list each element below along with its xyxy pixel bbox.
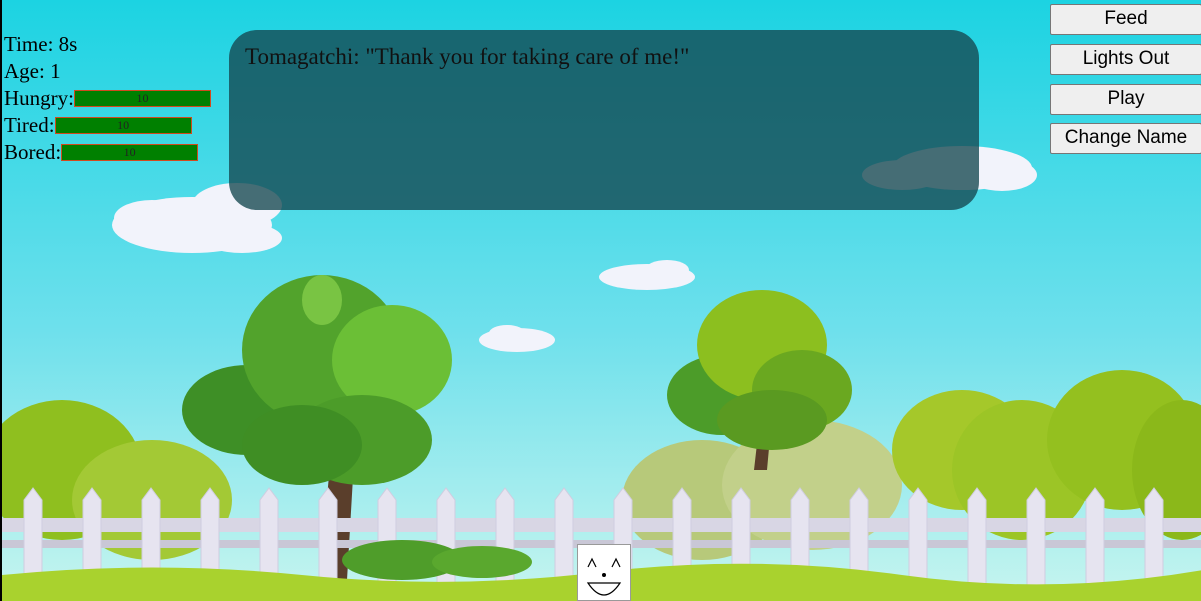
tired-bar: 10 [54, 117, 192, 134]
fence-picket [554, 487, 574, 586]
fence-picket [1085, 487, 1105, 586]
fence-picket [1026, 487, 1046, 586]
play-button[interactable]: Play [1050, 84, 1201, 115]
time-readout: Time: 8s [4, 31, 211, 58]
bored-stat: Bored: 10 [4, 139, 211, 166]
tired-label: Tired: [4, 113, 55, 137]
tired-stat: Tired: 10 [4, 112, 211, 139]
bored-label: Bored: [4, 140, 62, 164]
hungry-label: Hungry: [4, 86, 74, 110]
fence-picket [967, 487, 987, 586]
pet-stats-panel: Time: 8s Age: 1 Hungry: 10 Tired: 10 Bor… [4, 31, 211, 166]
smiling-face-icon [586, 557, 622, 596]
fence-picket [1144, 487, 1164, 586]
age-label: Age: 1 [4, 59, 61, 83]
fence-picket [908, 487, 928, 586]
game-scene: Time: 8s Age: 1 Hungry: 10 Tired: 10 Bor… [0, 0, 1201, 601]
fence-picket [23, 487, 43, 586]
pet-dialog-box: Tomagatchi: "Thank you for taking care o… [229, 30, 979, 210]
tamagotchi-pet[interactable] [577, 544, 631, 601]
age-readout: Age: 1 [4, 58, 211, 85]
hungry-stat: Hungry: 10 [4, 85, 211, 112]
feed-button[interactable]: Feed [1050, 4, 1201, 35]
time-label: Time: 8s [4, 32, 78, 56]
lights-out-button[interactable]: Lights Out [1050, 44, 1201, 75]
fence-picket [259, 487, 279, 586]
fence-picket [318, 487, 338, 586]
dialog-text: Tomagatchi: "Thank you for taking care o… [245, 44, 690, 69]
change-name-button[interactable]: Change Name [1050, 123, 1201, 154]
hungry-bar: 10 [74, 90, 211, 107]
bored-bar: 10 [61, 144, 199, 161]
